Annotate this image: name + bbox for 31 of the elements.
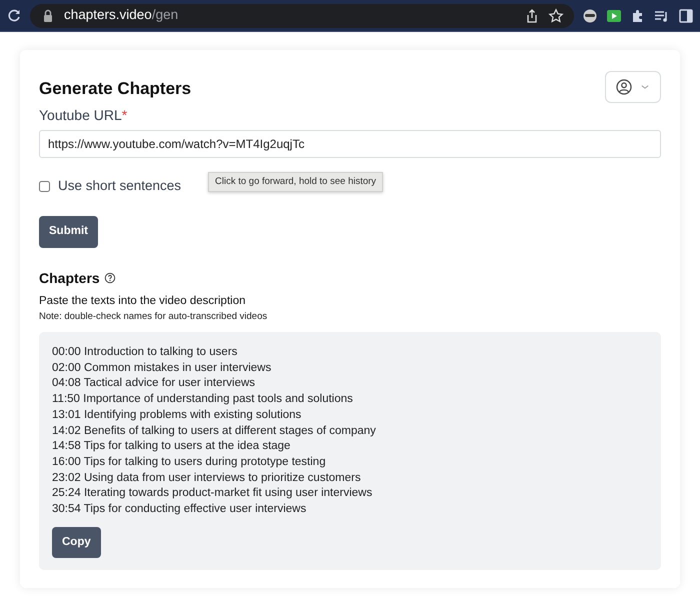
checkbox[interactable] <box>39 180 50 192</box>
section-title: Chapters <box>39 268 100 288</box>
help-icon <box>104 272 116 284</box>
chapter-line: 02:00 Common mistakes in user interviews <box>52 360 272 376</box>
chapter-line: 30:54 Tips for conducting effective user interviews <box>52 502 308 518</box>
chapter-line: 14:58 Tips for talking to users at the idea stage <box>52 439 292 454</box>
star-icon[interactable] <box>548 8 564 24</box>
url-input-field[interactable]: https://www.youtube.com/watch?v=MT4Ig2uqjTc <box>39 130 661 158</box>
reload-icon[interactable] <box>6 8 22 24</box>
field-label: Youtube URL* <box>39 106 128 125</box>
address-bar[interactable]: chapters.video/gen <box>30 4 574 28</box>
chapter-line: 14:02 Benefits of talking to users at different stages of company <box>52 424 377 439</box>
url-text: chapters.video/gen <box>64 6 180 24</box>
note-text: Note: double-check names for auto-transcribed videos <box>39 310 268 324</box>
checkbox-label: Use short sentences <box>58 177 182 195</box>
chapter-line: 11:50 Importance of understanding past tools and solutions <box>52 392 354 408</box>
chapter-line: 00:00 Introduction to talking to users <box>52 345 238 360</box>
chapter-line: 16:00 Tips for talking to users during prototype testing <box>52 454 327 470</box>
submit-button[interactable]: Submit <box>39 216 98 248</box>
side-panel-icon[interactable] <box>678 8 694 24</box>
chapter-line: 23:02 Using data from user interviews to prioritize customers <box>52 470 362 486</box>
section-subtitle: Paste the texts into the video description <box>39 294 246 308</box>
page-title: Generate Chapters <box>39 78 192 100</box>
chapter-line: 25:24 Iterating towards product-market fit using user interviews <box>52 486 374 502</box>
chapter-line: 13:01 Identifying problems with existing solutions <box>52 408 302 423</box>
tooltip: Click to go forward, hold to see history <box>208 172 384 192</box>
account-menu-button[interactable] <box>605 71 661 103</box>
copy-button[interactable]: Copy <box>52 526 101 558</box>
play-icon[interactable] <box>606 8 622 24</box>
user-icon <box>616 79 632 95</box>
chapter-line: 04:08 Tactical advice for user interviews <box>52 376 256 392</box>
